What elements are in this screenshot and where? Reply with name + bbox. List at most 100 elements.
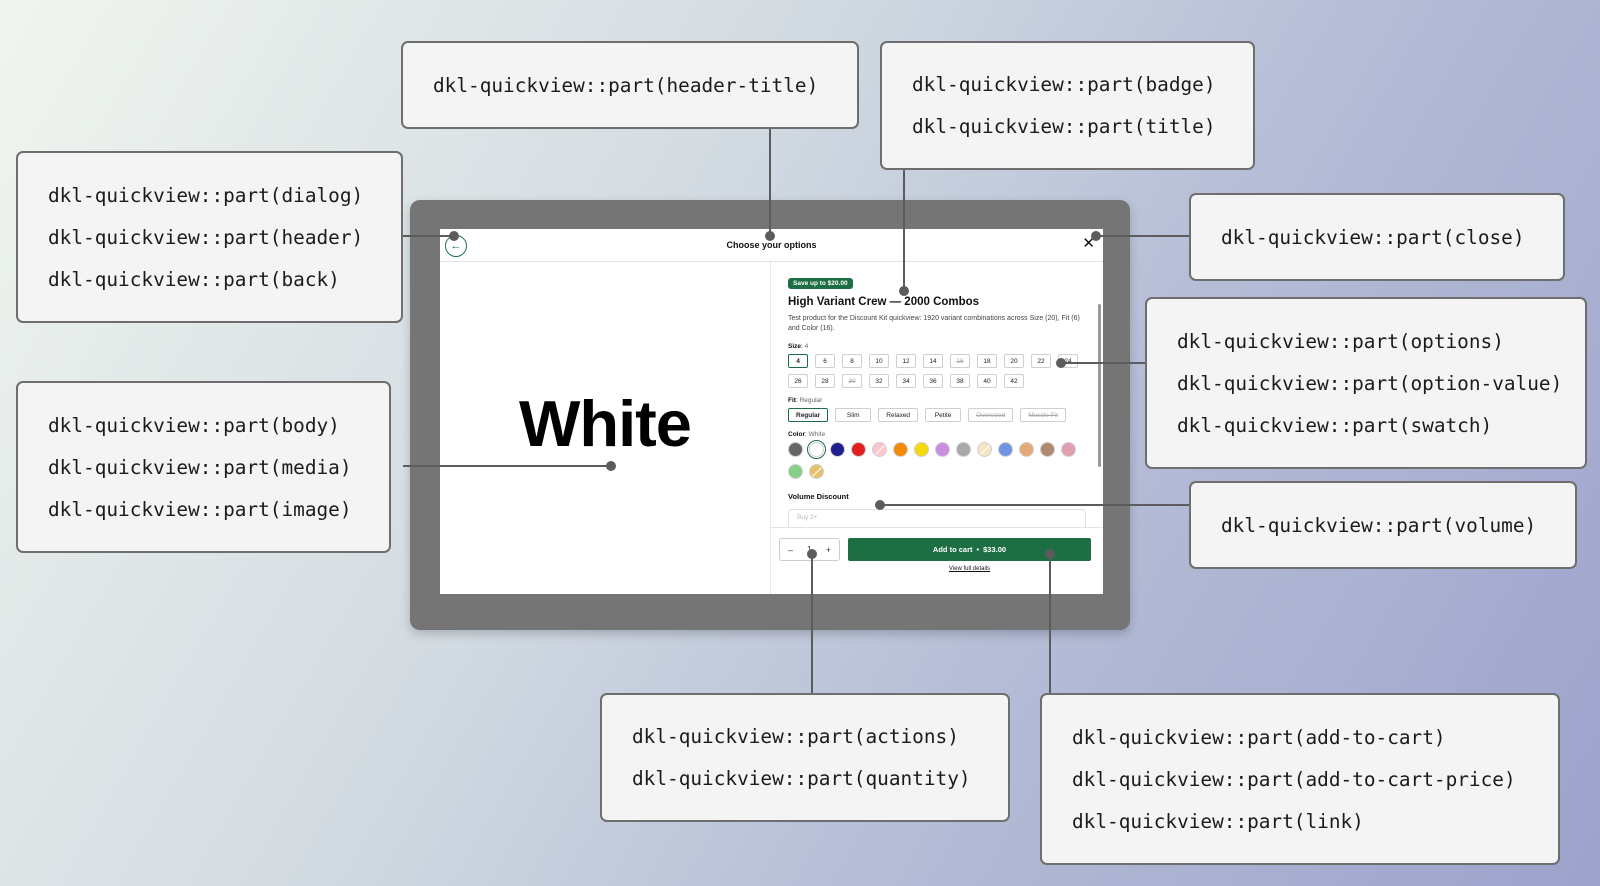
size-label: Size: 4 bbox=[788, 343, 809, 350]
callout-text: dkl-quickview::part(option-value) bbox=[1177, 371, 1563, 395]
fit-option-1[interactable]: Slim bbox=[835, 408, 872, 422]
callout-header-title: dkl-quickview::part(header-title) bbox=[401, 41, 859, 129]
connector-dot-actions bbox=[807, 549, 817, 559]
callout-add-to-cart: dkl-quickview::part(add-to-cart) dkl-qui… bbox=[1040, 693, 1560, 865]
color-swatch-10[interactable] bbox=[998, 442, 1013, 457]
callout-text: dkl-quickview::part(add-to-cart-price) bbox=[1072, 767, 1516, 791]
fit-option-4[interactable]: Oversized bbox=[968, 408, 1014, 422]
callout-text: dkl-quickview::part(badge) bbox=[912, 73, 1216, 96]
color-swatch-7[interactable] bbox=[935, 442, 950, 457]
fit-option-5[interactable]: Muscle Fit bbox=[1020, 408, 1066, 422]
callout-text: dkl-quickview::part(dialog) bbox=[48, 183, 364, 207]
callout-actions-quantity: dkl-quickview::part(actions) dkl-quickvi… bbox=[600, 693, 1010, 822]
color-swatch-1[interactable] bbox=[806, 439, 827, 460]
size-option-14[interactable]: 32 bbox=[869, 374, 889, 388]
callout-text: dkl-quickview::part(image) bbox=[48, 497, 352, 521]
color-swatch-4[interactable] bbox=[872, 442, 887, 457]
color-label: Color: White bbox=[788, 431, 826, 438]
connector-dot-volume bbox=[875, 500, 885, 510]
quantity-minus-button[interactable]: – bbox=[788, 545, 793, 555]
connector-dot-options bbox=[1056, 358, 1066, 368]
callout-options: dkl-quickview::part(options) dkl-quickvi… bbox=[1145, 297, 1587, 469]
size-option-9[interactable]: 22 bbox=[1031, 354, 1051, 368]
connector-dot-badge-title bbox=[899, 286, 909, 296]
add-to-cart-price: $33.00 bbox=[983, 545, 1007, 554]
callout-text: dkl-quickview::part(actions) bbox=[632, 725, 959, 748]
color-swatch-11[interactable] bbox=[1019, 442, 1034, 457]
size-option-18[interactable]: 40 bbox=[977, 374, 997, 388]
product-description: Test product for the Discount Kit quickv… bbox=[788, 315, 1080, 332]
color-swatch-13[interactable] bbox=[1061, 442, 1076, 457]
size-option-7[interactable]: 18 bbox=[977, 354, 997, 368]
quickview-actions: – 1 + Add to cart • $33.00 View full det… bbox=[771, 527, 1103, 594]
product-title: High Variant Crew — 2000 Combos bbox=[788, 296, 980, 308]
callout-text: dkl-quickview::part(back) bbox=[48, 267, 340, 291]
color-swatch-3[interactable] bbox=[851, 442, 866, 457]
size-option-13[interactable]: 30 bbox=[842, 374, 862, 388]
color-swatch-14[interactable] bbox=[788, 464, 803, 479]
callout-text: dkl-quickview::part(link) bbox=[1072, 809, 1364, 833]
quickview-dialog: ← Choose your options ✕ White Save up to… bbox=[440, 229, 1103, 594]
fit-label: Fit: Regular bbox=[788, 397, 823, 404]
view-full-details-link[interactable]: View full details bbox=[848, 566, 1091, 572]
connector-dot-header-title bbox=[765, 231, 775, 241]
size-option-8[interactable]: 20 bbox=[1004, 354, 1024, 368]
callout-text: dkl-quickview::part(title) bbox=[912, 115, 1216, 138]
callout-text: dkl-quickview::part(media) bbox=[48, 455, 352, 479]
callout-text: dkl-quickview::part(add-to-cart) bbox=[1072, 725, 1446, 749]
size-option-2[interactable]: 8 bbox=[842, 354, 862, 368]
callout-volume: dkl-quickview::part(volume) bbox=[1189, 481, 1577, 569]
quickview-body[interactable]: Save up to $20.00 High Variant Crew — 20… bbox=[771, 262, 1103, 534]
size-option-19[interactable]: 42 bbox=[1004, 374, 1024, 388]
color-swatch-8[interactable] bbox=[956, 442, 971, 457]
callout-text: dkl-quickview::part(close) bbox=[1221, 225, 1525, 249]
callout-close: dkl-quickview::part(close) bbox=[1189, 193, 1565, 281]
size-option-3[interactable]: 10 bbox=[869, 354, 889, 368]
callout-text: dkl-quickview::part(header-title) bbox=[433, 73, 819, 97]
size-option-12[interactable]: 28 bbox=[815, 374, 835, 388]
callout-dialog-header-back: dkl-quickview::part(dialog) dkl-quickvie… bbox=[16, 151, 403, 323]
callout-body-media-image: dkl-quickview::part(body) dkl-quickview:… bbox=[16, 381, 391, 553]
quantity-plus-button[interactable]: + bbox=[826, 545, 831, 555]
callout-badge-title: dkl-quickview::part(badge) dkl-quickview… bbox=[880, 41, 1255, 170]
price-separator: • bbox=[976, 545, 980, 554]
quickview-media: White bbox=[440, 262, 771, 594]
connector-dot-body bbox=[606, 461, 616, 471]
callout-text: dkl-quickview::part(header) bbox=[48, 225, 364, 249]
size-option-16[interactable]: 36 bbox=[923, 374, 943, 388]
header-title: Choose your options bbox=[726, 240, 817, 250]
callout-text: dkl-quickview::part(volume) bbox=[1221, 513, 1537, 537]
size-option-1[interactable]: 6 bbox=[815, 354, 835, 368]
fit-options: Regular Slim Relaxed Petite Oversized Muscle … bbox=[788, 408, 1084, 422]
product-image: White bbox=[519, 387, 692, 460]
color-swatch-9[interactable] bbox=[977, 442, 992, 457]
fit-option-0[interactable]: Regular bbox=[788, 408, 829, 422]
add-to-cart-button[interactable]: Add to cart • $33.00 bbox=[848, 538, 1091, 561]
size-option-5[interactable]: 14 bbox=[923, 354, 943, 368]
color-swatch-6[interactable] bbox=[914, 442, 929, 457]
size-option-6[interactable]: 16 bbox=[950, 354, 970, 368]
size-option-4[interactable]: 12 bbox=[896, 354, 916, 368]
fit-option-3[interactable]: Petite bbox=[925, 408, 962, 422]
scrollbar[interactable] bbox=[1098, 304, 1101, 467]
discount-badge: Save up to $20.00 bbox=[788, 278, 853, 289]
size-option-17[interactable]: 38 bbox=[950, 374, 970, 388]
size-option-15[interactable]: 34 bbox=[896, 374, 916, 388]
volume-discount-title: Volume Discount bbox=[788, 492, 849, 501]
color-swatch-2[interactable] bbox=[830, 442, 845, 457]
size-option-0[interactable]: 4 bbox=[788, 354, 808, 368]
color-swatches bbox=[788, 439, 1084, 479]
callout-text: dkl-quickview::part(quantity) bbox=[632, 767, 971, 790]
connector-dot-close bbox=[1091, 231, 1101, 241]
size-options: 4 6 8 10 12 14 16 18 20 22 24 26 28 30 32 34 36 38 40 42 bbox=[788, 354, 1084, 388]
callout-text: dkl-quickview::part(swatch) bbox=[1177, 413, 1493, 437]
connector-dot-dialog bbox=[449, 231, 459, 241]
fit-option-2[interactable]: Relaxed bbox=[878, 408, 919, 422]
color-swatch-0[interactable] bbox=[788, 442, 803, 457]
size-option-11[interactable]: 26 bbox=[788, 374, 808, 388]
add-to-cart-label: Add to cart bbox=[932, 545, 973, 554]
callout-text: dkl-quickview::part(body) bbox=[48, 413, 340, 437]
color-swatch-5[interactable] bbox=[893, 442, 908, 457]
color-swatch-15[interactable] bbox=[809, 464, 824, 479]
color-swatch-12[interactable] bbox=[1040, 442, 1055, 457]
